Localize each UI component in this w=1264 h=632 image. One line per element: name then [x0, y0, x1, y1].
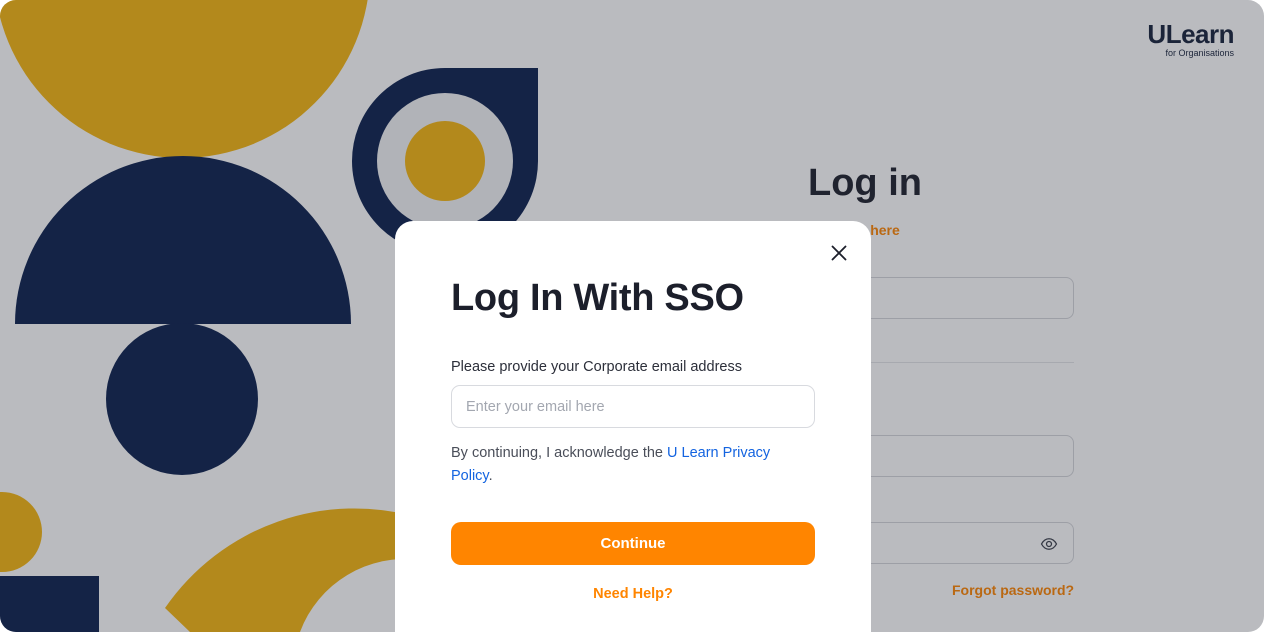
email-label: Please provide your Corporate email addr… [451, 359, 742, 375]
privacy-consent-text: By continuing, I acknowledge the U Learn… [451, 442, 791, 488]
close-icon[interactable] [827, 241, 851, 265]
modal-title: Log In With SSO [451, 277, 744, 319]
corporate-email-input[interactable] [451, 385, 815, 428]
sso-modal: Log In With SSO Please provide your Corp… [395, 221, 871, 632]
need-help-link[interactable]: Need Help? [451, 586, 815, 602]
app-frame: ULearn for Organisations Log in s: Log i… [0, 0, 1264, 632]
consent-suffix: . [488, 468, 493, 484]
consent-prefix: By continuing, I acknowledge the [451, 445, 668, 461]
continue-button[interactable]: Continue [451, 522, 815, 565]
